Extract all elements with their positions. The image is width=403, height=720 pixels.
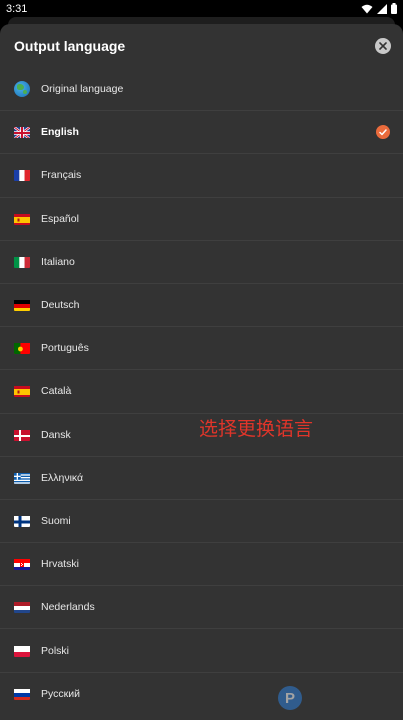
language-label: Català xyxy=(41,385,72,398)
language-label: Ελληνικά xyxy=(41,471,84,484)
language-label: Italiano xyxy=(41,255,75,268)
flag-poland-icon xyxy=(14,645,30,657)
sheet-title: Output language xyxy=(14,38,126,54)
flag-greece-icon xyxy=(14,472,30,484)
language-item-french[interactable]: Français xyxy=(0,154,403,198)
language-item-dutch[interactable]: Nederlands xyxy=(0,586,403,630)
flag-portugal-icon xyxy=(14,342,30,355)
language-item-english[interactable]: English xyxy=(0,111,403,155)
language-item-greek[interactable]: Ελληνικά xyxy=(0,457,403,500)
language-label: Hrvatski xyxy=(41,558,79,571)
sheet-header: Output language xyxy=(0,24,403,68)
language-item-croatian[interactable]: Hrvatski xyxy=(0,543,403,587)
flag-russia-icon xyxy=(14,688,30,701)
language-label: Deutsch xyxy=(41,299,80,312)
language-label: Русский xyxy=(41,688,80,701)
language-item-polish[interactable]: Polski xyxy=(0,629,403,673)
output-language-sheet: Output language Original language Englis… xyxy=(0,24,403,720)
flag-spain-icon xyxy=(14,213,30,225)
watermark-p-icon: P xyxy=(278,686,302,710)
flag-denmark-icon xyxy=(14,429,30,441)
wifi-icon xyxy=(361,4,373,13)
language-label: Nederlands xyxy=(41,601,95,614)
language-label: Suomi xyxy=(41,514,71,527)
close-button[interactable] xyxy=(375,38,391,54)
flag-finland-icon xyxy=(14,515,30,527)
battery-icon xyxy=(391,3,397,14)
annotation-text: 选择更换语言 xyxy=(199,418,314,440)
language-item-original[interactable]: Original language xyxy=(0,68,403,112)
globe-icon xyxy=(14,81,30,98)
language-label: Polski xyxy=(41,644,70,657)
flag-uk-icon xyxy=(14,126,30,139)
status-time: 3:31 xyxy=(6,2,28,15)
flag-france-icon xyxy=(14,169,30,182)
cellular-signal-icon xyxy=(377,3,387,14)
language-item-finnish[interactable]: Suomi xyxy=(0,500,403,544)
language-label: Português xyxy=(41,342,89,355)
language-label: Français xyxy=(41,169,82,182)
language-label: Dansk xyxy=(41,428,71,441)
flag-netherlands-icon xyxy=(14,601,30,614)
language-item-spanish[interactable]: Español xyxy=(0,198,403,241)
flag-croatia-icon xyxy=(14,558,30,571)
watermark-logo: P xyxy=(278,686,302,710)
language-label: Español xyxy=(41,212,79,225)
language-item-portuguese[interactable]: Português xyxy=(0,327,403,371)
language-item-catalan[interactable]: Català xyxy=(0,370,403,414)
checkmark-icon xyxy=(376,125,390,140)
language-item-german[interactable]: Deutsch xyxy=(0,284,403,328)
flag-catalonia-icon xyxy=(14,385,30,398)
language-label: Original language xyxy=(41,83,124,96)
close-icon xyxy=(379,42,387,50)
flag-germany-icon xyxy=(14,299,30,312)
language-list: Original language English Français Españ… xyxy=(0,68,403,716)
status-icons xyxy=(361,3,397,14)
language-item-russian[interactable]: Русский xyxy=(0,673,403,716)
flag-italy-icon xyxy=(14,256,30,268)
language-label: English xyxy=(41,126,79,139)
status-bar: 3:31 xyxy=(0,0,403,17)
language-item-italian[interactable]: Italiano xyxy=(0,241,403,284)
